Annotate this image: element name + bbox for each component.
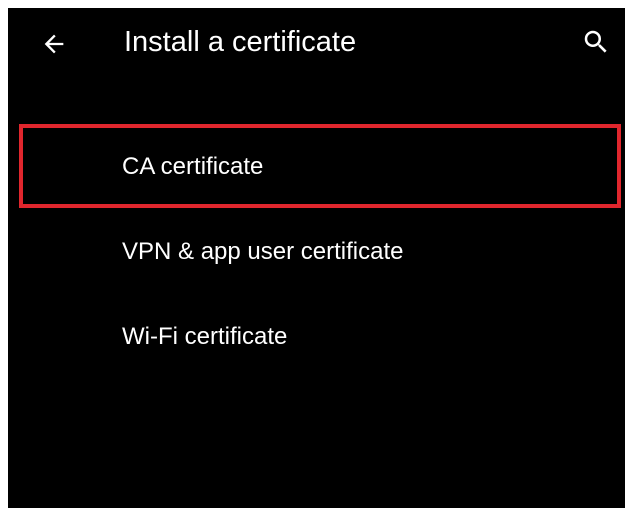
- app-bar: Install a certificate: [8, 8, 625, 78]
- page-title: Install a certificate: [124, 26, 357, 58]
- arrow-back-icon: [44, 34, 64, 54]
- search-icon: [584, 30, 607, 53]
- certificate-options-list: CA certificate VPN & app user certificat…: [8, 124, 625, 379]
- option-label: VPN & app user certificate: [122, 237, 404, 265]
- option-label: CA certificate: [122, 152, 264, 180]
- back-button[interactable]: [36, 26, 72, 62]
- option-label: Wi-Fi certificate: [122, 322, 288, 350]
- option-ca-certificate[interactable]: CA certificate: [8, 124, 625, 209]
- option-vpn-app-user-certificate[interactable]: VPN & app user certificate: [8, 209, 625, 294]
- option-wifi-certificate[interactable]: Wi-Fi certificate: [8, 294, 625, 379]
- search-button[interactable]: [580, 26, 612, 58]
- settings-screen: Install a certificate CA certificate VPN…: [8, 8, 625, 508]
